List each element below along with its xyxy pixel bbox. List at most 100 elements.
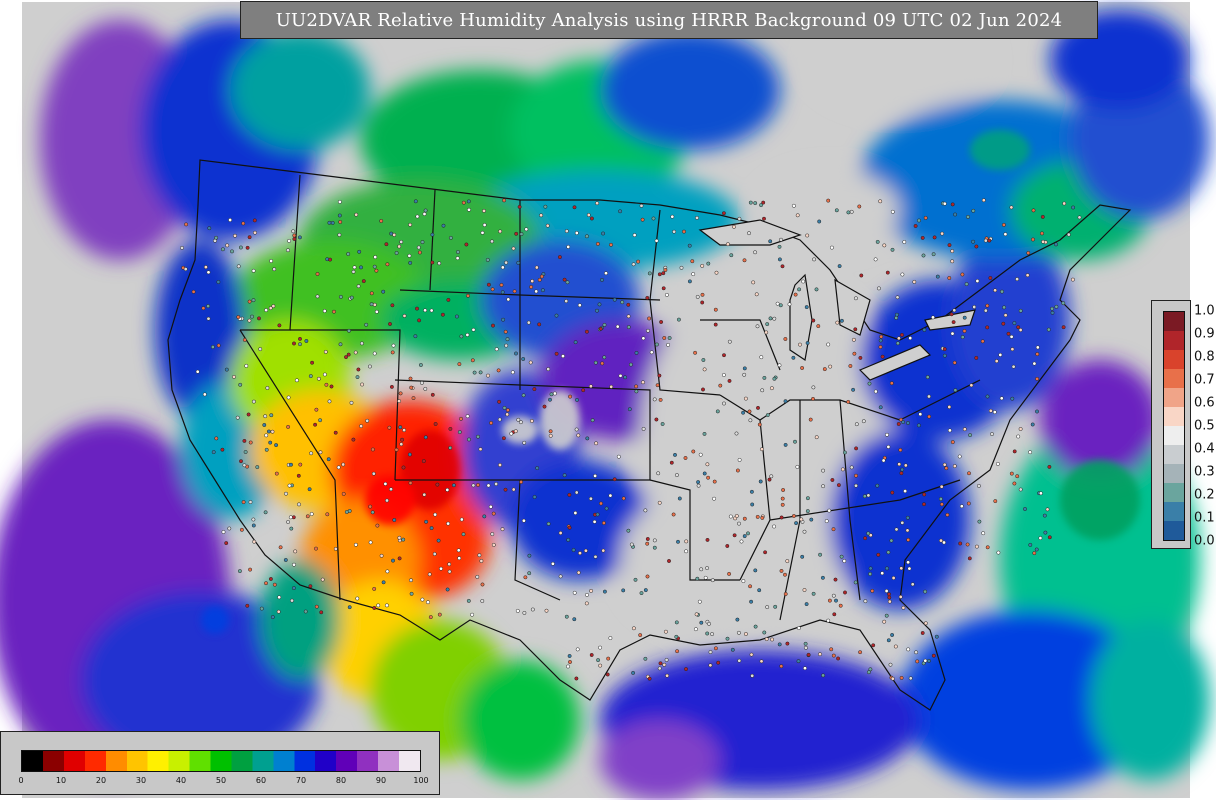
station-dot	[220, 247, 225, 252]
station-dot	[251, 268, 256, 273]
station-dot	[616, 454, 621, 459]
station-dot	[953, 388, 958, 393]
bottom-colorbar-tick: 10	[55, 776, 67, 785]
station-dot	[712, 496, 717, 501]
station-dot	[464, 242, 469, 247]
station-dot	[759, 659, 764, 664]
station-dot	[821, 468, 826, 473]
station-dot	[602, 355, 607, 360]
station-dot	[654, 342, 659, 347]
station-dot	[663, 629, 668, 634]
station-dot	[920, 235, 925, 240]
station-dot	[432, 552, 437, 556]
station-dot	[669, 460, 674, 465]
station-dot	[333, 430, 338, 435]
station-dot	[323, 349, 328, 354]
station-dot	[503, 487, 508, 492]
bottom-colorbar-tick: 30	[135, 776, 147, 785]
station-dot	[1018, 328, 1023, 332]
station-dot	[942, 353, 947, 358]
station-dot	[437, 261, 442, 266]
station-dot	[298, 342, 302, 347]
station-dot	[532, 387, 537, 392]
station-dot	[401, 537, 406, 542]
station-dot	[385, 262, 390, 267]
station-dot	[482, 223, 487, 227]
station-dot	[447, 569, 452, 574]
station-dot	[939, 484, 944, 489]
station-dot	[949, 312, 954, 317]
station-dot	[651, 216, 656, 221]
station-dot	[828, 364, 833, 369]
bottom-colorbar-tick: 60	[255, 776, 267, 785]
station-dot	[987, 238, 992, 243]
station-dot	[925, 375, 930, 380]
station-dot	[360, 382, 365, 387]
station-dot	[748, 200, 753, 205]
station-dot	[873, 257, 878, 262]
station-dot	[951, 320, 956, 325]
station-dot	[753, 201, 758, 206]
station-dot	[921, 253, 926, 258]
station-dot	[779, 237, 783, 242]
station-dot	[1018, 427, 1023, 431]
station-dot	[593, 473, 598, 478]
station-dot	[287, 238, 292, 243]
station-dot	[562, 473, 567, 478]
station-dot	[352, 265, 357, 270]
station-dot	[896, 336, 901, 341]
station-dot	[623, 375, 628, 380]
station-dot	[751, 280, 756, 285]
station-dot	[1016, 434, 1021, 439]
station-dot	[811, 385, 816, 390]
station-dot	[379, 553, 384, 558]
station-dot	[767, 477, 772, 482]
station-dot	[851, 387, 856, 392]
station-dot	[805, 233, 810, 238]
station-dot	[691, 449, 696, 454]
station-dot	[913, 224, 918, 228]
station-dot	[381, 580, 386, 585]
station-dot	[947, 276, 952, 280]
station-dot	[293, 549, 298, 554]
station-dot	[849, 209, 854, 214]
station-dot	[370, 447, 375, 452]
station-dot	[721, 211, 726, 216]
station-dot	[768, 316, 773, 321]
station-dot	[1009, 205, 1014, 210]
bottom-colorbar-tick: 80	[335, 776, 347, 785]
station-dot	[1026, 251, 1031, 255]
station-dot	[505, 412, 510, 417]
station-dot	[737, 521, 741, 526]
station-dot	[846, 399, 851, 404]
station-dot	[999, 396, 1004, 401]
station-dot	[448, 426, 453, 431]
station-dot	[1009, 334, 1014, 339]
station-dot	[966, 501, 971, 506]
station-dot	[351, 269, 356, 274]
station-dot	[992, 410, 997, 415]
station-dot	[839, 554, 844, 559]
right-colorbar-label: 0.4	[1194, 441, 1215, 457]
station-dot	[778, 303, 783, 308]
station-dot	[708, 663, 713, 668]
station-dot	[308, 374, 313, 379]
station-dot	[1035, 376, 1040, 381]
station-dot	[803, 666, 807, 671]
station-dot	[922, 492, 927, 497]
station-dot	[818, 652, 822, 657]
station-dot	[699, 620, 704, 625]
station-dot	[806, 652, 811, 657]
station-dot	[974, 244, 979, 249]
station-dot	[549, 392, 554, 397]
station-dot	[783, 399, 788, 404]
right-colorbar-gradient	[1163, 311, 1185, 541]
station-dot	[626, 314, 631, 319]
station-dot	[372, 264, 377, 269]
station-dot	[838, 603, 843, 608]
station-dot	[853, 580, 858, 585]
station-dot	[842, 450, 847, 455]
station-dot	[762, 630, 767, 635]
station-dot	[356, 284, 361, 289]
station-dot	[985, 325, 990, 330]
